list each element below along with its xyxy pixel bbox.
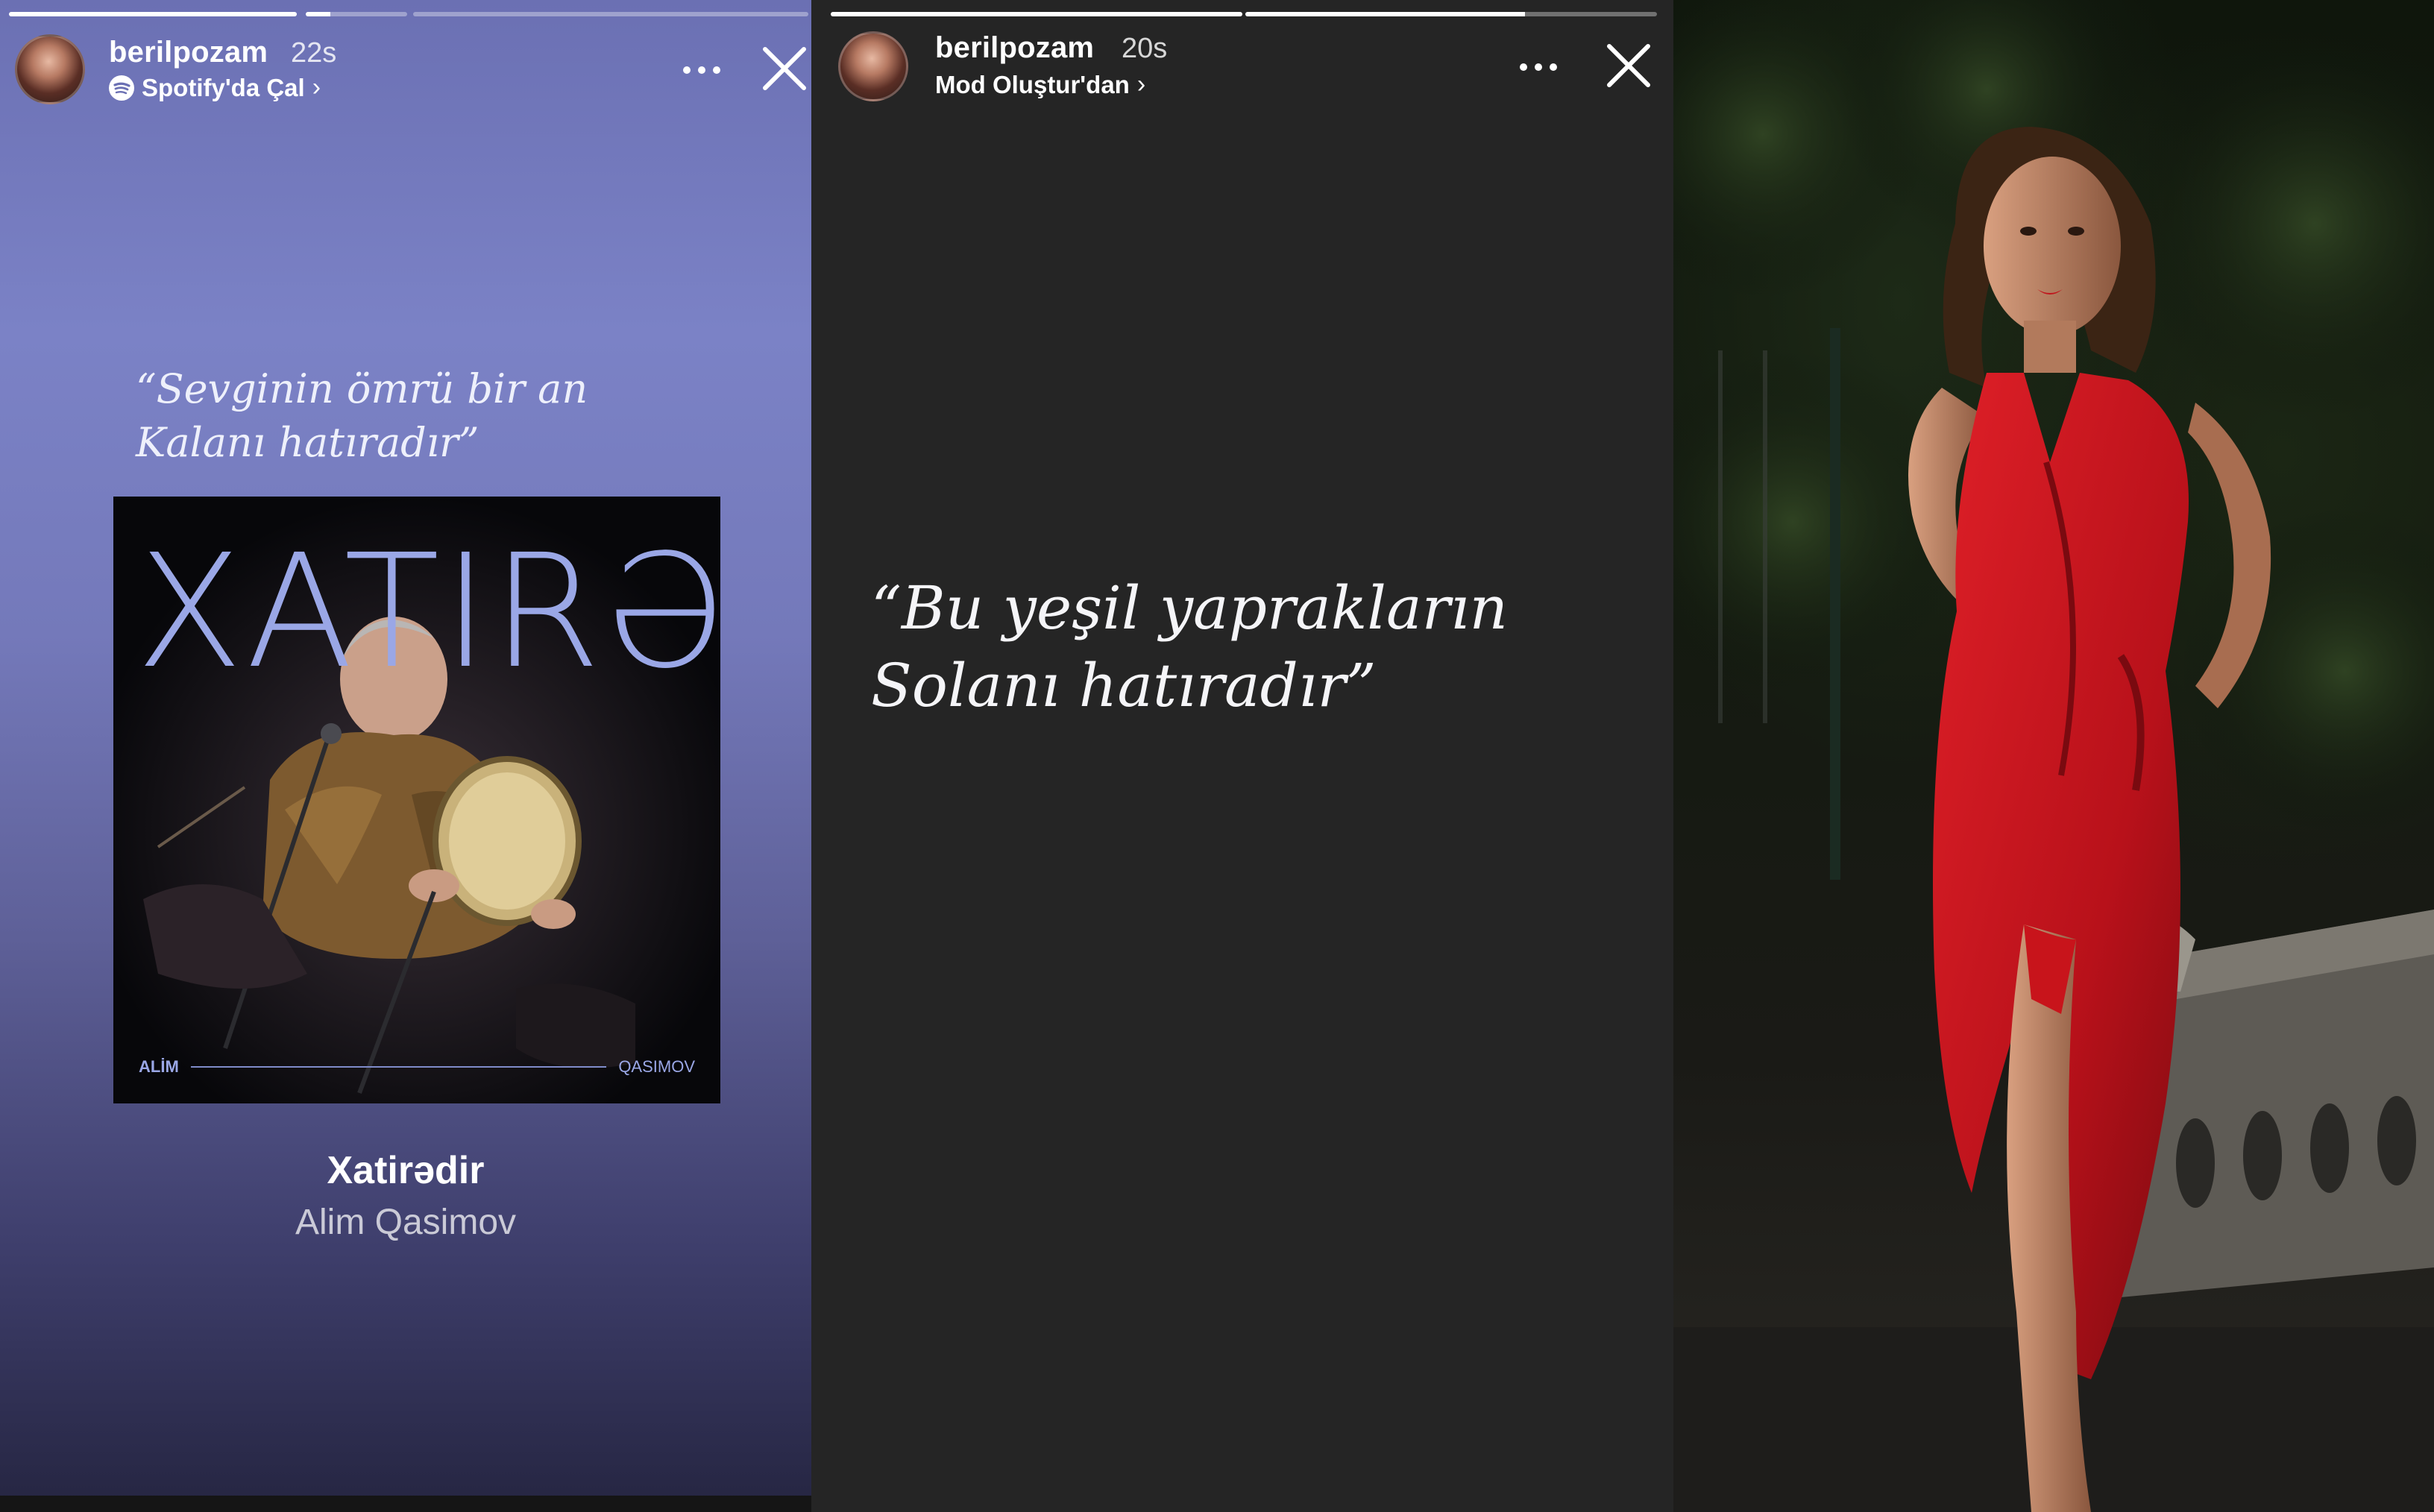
album-footer-left: ALİM <box>139 1057 179 1076</box>
album-cover-footer: ALİM QASIMOV <box>139 1056 695 1078</box>
close-icon[interactable] <box>1605 42 1652 89</box>
story-panel-spotify[interactable]: berilpozam 22s Spotify'da Çal › “Sevgini… <box>0 0 811 1512</box>
album-cover[interactable]: XATIRƏDIR ALİM QASIMOV <box>113 497 720 1103</box>
quote-line-2: Solanı hatıradır” <box>871 651 1377 720</box>
progress-fill <box>306 12 330 16</box>
track-title[interactable]: Xatirədir <box>0 1148 811 1193</box>
story-viewer: berilpozam 22s Spotify'da Çal › “Sevgini… <box>0 0 2434 1512</box>
track-artist[interactable]: Alim Qasimov <box>0 1202 811 1243</box>
progress-segment-2 <box>1245 12 1657 16</box>
album-footer-rule <box>190 1066 607 1068</box>
more-icon-dot <box>698 66 705 74</box>
avatar[interactable] <box>15 34 85 104</box>
post-time: 22s <box>291 37 337 69</box>
more-icon <box>683 66 691 74</box>
quote-line-1: “Bu yeşil yaprakların <box>871 573 1508 643</box>
more-icon-dot <box>713 66 720 74</box>
progress-fill <box>9 12 297 16</box>
bottom-strip <box>0 1496 811 1512</box>
progress-segment-1 <box>831 12 1242 16</box>
spotify-icon <box>109 75 134 101</box>
more-options-button[interactable] <box>1512 52 1565 82</box>
spotify-play-link[interactable]: Spotify'da Çal › <box>109 73 321 102</box>
more-icon-dot <box>1535 63 1542 71</box>
post-time: 20s <box>1122 33 1168 64</box>
progress-fill <box>1245 12 1526 16</box>
avatar[interactable] <box>838 31 908 101</box>
username[interactable]: berilpozam <box>109 36 268 69</box>
story-panel-text[interactable]: berilpozam 20s Mod Oluştur'dan › “Bu yeş… <box>811 0 1673 1512</box>
create-mode-link[interactable]: Mod Oluştur'dan › <box>935 70 1145 99</box>
close-icon[interactable] <box>761 45 808 92</box>
spotify-play-label: Spotify'da Çal <box>142 73 305 101</box>
photo-panel[interactable] <box>1673 0 2434 1512</box>
album-footer-right: QASIMOV <box>618 1057 695 1076</box>
more-options-button[interactable] <box>676 55 728 85</box>
chevron-right-icon: › <box>312 73 321 101</box>
chevron-right-icon: › <box>1136 70 1146 98</box>
progress-segment-1 <box>9 12 297 16</box>
quote-line-2: Kalanı hatıradır” <box>136 419 479 466</box>
create-mode-label: Mod Oluştur'dan <box>935 70 1130 98</box>
portrait-photo <box>1673 0 2434 1512</box>
username[interactable]: berilpozam <box>935 31 1094 65</box>
quote-line-1: “Sevginin ömrü bir an <box>136 365 588 412</box>
progress-fill <box>831 12 1242 16</box>
more-icon <box>1520 63 1527 71</box>
progress-segment-2 <box>306 12 407 16</box>
more-icon-dot <box>1550 63 1557 71</box>
album-cover-title: XATIRƏDIR <box>136 520 720 703</box>
progress-segment-3 <box>413 12 808 16</box>
